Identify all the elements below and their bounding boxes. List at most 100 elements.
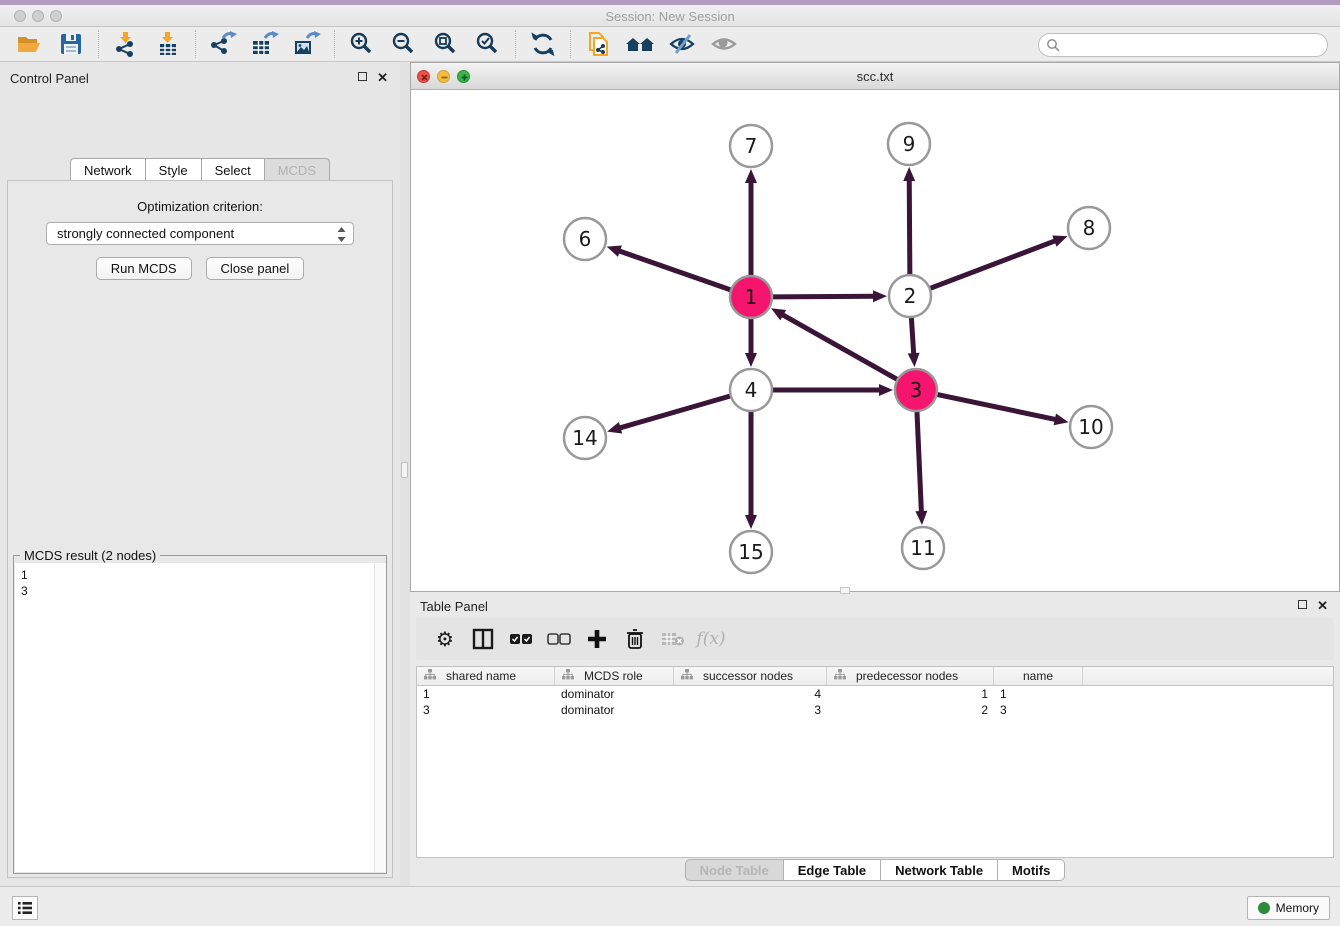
- column-header-shared-name[interactable]: shared name: [417, 667, 555, 685]
- table-cell[interactable]: 3: [417, 702, 555, 718]
- toolbar-separator: [570, 30, 571, 58]
- column-label: name: [1023, 669, 1053, 683]
- splitter-grip[interactable]: [401, 462, 408, 478]
- table-tab-motifs[interactable]: Motifs: [997, 859, 1065, 881]
- add-column-icon[interactable]: [582, 624, 612, 654]
- graph-edge-2-3[interactable]: [911, 318, 913, 356]
- table-tab-network-table[interactable]: Network Table: [880, 859, 997, 881]
- export-table-icon[interactable]: [250, 30, 280, 58]
- search-input[interactable]: [1038, 33, 1328, 57]
- table-panel-header: Table Panel ✕: [410, 592, 1340, 618]
- zoom-in-icon[interactable]: [347, 30, 377, 58]
- graph-node-label: 15: [738, 540, 763, 564]
- save-session-icon[interactable]: [56, 30, 86, 58]
- import-network-icon[interactable]: [111, 30, 141, 58]
- table-cell[interactable]: 3: [994, 702, 1083, 718]
- table-cell[interactable]: dominator: [555, 702, 674, 718]
- unselect-all-columns-icon[interactable]: [544, 624, 574, 654]
- table-tab-node-table[interactable]: Node Table: [685, 859, 783, 881]
- graph-edge-3-11[interactable]: [917, 412, 922, 514]
- table-row[interactable]: 1dominator411: [417, 686, 1333, 702]
- arrowhead-icon: [745, 353, 757, 367]
- network-window-titlebar[interactable]: scc.txt: [411, 63, 1339, 90]
- hide-selected-eye-icon[interactable]: [667, 30, 697, 58]
- mcds-result-list[interactable]: 1 3: [15, 563, 385, 872]
- table-row[interactable]: 3dominator323: [417, 702, 1333, 718]
- table-cell[interactable]: 2: [827, 702, 994, 718]
- arrowhead-icon: [903, 167, 915, 181]
- result-scrollbar[interactable]: [374, 563, 386, 872]
- graph-edge-3-10[interactable]: [938, 395, 1058, 420]
- table-cell[interactable]: 1: [417, 686, 555, 702]
- memory-label: Memory: [1276, 901, 1319, 915]
- export-image-icon[interactable]: [292, 30, 322, 58]
- graph-node-label: 4: [745, 378, 758, 402]
- graph-edge-2-9[interactable]: [909, 178, 910, 274]
- graph-edge-3-1[interactable]: [781, 314, 897, 380]
- column-label: MCDS role: [584, 669, 643, 683]
- graph-node-label: 8: [1083, 216, 1096, 240]
- graph-edge-2-8[interactable]: [931, 240, 1058, 288]
- vertical-splitter[interactable]: [400, 62, 410, 886]
- close-panel-icon[interactable]: ✕: [377, 70, 388, 86]
- table-cell[interactable]: dominator: [555, 686, 674, 702]
- show-columns-icon[interactable]: [468, 624, 498, 654]
- arrowhead-icon: [745, 169, 757, 183]
- table-tab-edge-table[interactable]: Edge Table: [783, 859, 880, 881]
- float-panel-icon[interactable]: [358, 72, 367, 81]
- graph-edge-1-2[interactable]: [773, 296, 876, 297]
- session-title: Session: New Session: [0, 9, 1340, 24]
- close-panel-button[interactable]: Close panel: [206, 257, 305, 280]
- home-icon[interactable]: [625, 30, 655, 58]
- show-all-eye-icon[interactable]: [709, 30, 739, 58]
- table-cell[interactable]: 4: [674, 686, 827, 702]
- graph-edge-1-6[interactable]: [617, 250, 730, 290]
- table-body: 1dominator4113dominator323: [417, 686, 1333, 718]
- memory-button[interactable]: Memory: [1247, 896, 1330, 920]
- table-cell[interactable]: 1: [827, 686, 994, 702]
- refresh-icon[interactable]: [528, 30, 558, 58]
- control-panel-header: Control Panel ✕: [0, 62, 400, 92]
- column-header-predecessor-nodes[interactable]: predecessor nodes: [827, 667, 994, 685]
- float-table-panel-icon[interactable]: [1298, 600, 1307, 609]
- column-header-successor-nodes[interactable]: successor nodes: [674, 667, 827, 685]
- delete-table-icon[interactable]: [658, 624, 688, 654]
- delete-column-trash-icon[interactable]: [620, 624, 650, 654]
- table-toolbar: ⚙ f(x): [416, 618, 1334, 660]
- arrowhead-icon: [873, 290, 887, 302]
- column-header-name[interactable]: name: [994, 667, 1083, 685]
- criterion-value: strongly connected component: [57, 226, 234, 241]
- toolbar-separator: [98, 30, 99, 58]
- run-mcds-button[interactable]: Run MCDS: [96, 257, 192, 280]
- select-all-columns-icon[interactable]: [506, 624, 536, 654]
- close-table-panel-icon[interactable]: ✕: [1317, 598, 1328, 614]
- graph-node-label: 14: [572, 426, 597, 450]
- table-settings-gear-icon[interactable]: ⚙: [430, 624, 460, 654]
- zoom-selected-icon[interactable]: [473, 30, 503, 58]
- search-field-wrap: [1038, 33, 1328, 57]
- horizontal-splitter-grip[interactable]: [840, 587, 850, 594]
- search-icon: [1046, 38, 1060, 57]
- graph-node-label: 3: [910, 378, 923, 402]
- graph-edge-4-14[interactable]: [618, 396, 730, 428]
- optimization-criterion-label: Optimization criterion:: [8, 199, 392, 214]
- graph-node-label: 6: [579, 227, 592, 251]
- open-session-icon[interactable]: [14, 30, 44, 58]
- network-window-title: scc.txt: [411, 69, 1339, 84]
- task-history-button[interactable]: [12, 896, 38, 920]
- network-canvas[interactable]: 7968124314101511: [411, 90, 1339, 591]
- zoom-out-icon[interactable]: [389, 30, 419, 58]
- application-window: Session: New Session Control Panel: [0, 0, 1340, 926]
- zoom-fit-icon[interactable]: [431, 30, 461, 58]
- criterion-dropdown[interactable]: strongly connected component: [46, 222, 354, 245]
- column-header-MCDS-role[interactable]: MCDS role: [555, 667, 674, 685]
- duplicate-network-icon[interactable]: [583, 30, 613, 58]
- export-network-icon[interactable]: [208, 30, 238, 58]
- import-table-icon[interactable]: [153, 30, 183, 58]
- table-cell[interactable]: 3: [674, 702, 827, 718]
- table-cell[interactable]: 1: [994, 686, 1083, 702]
- arrowhead-icon: [607, 422, 622, 434]
- table-panel-title: Table Panel: [420, 599, 488, 614]
- function-builder-icon[interactable]: f(x): [696, 624, 726, 654]
- control-panel-title: Control Panel: [10, 71, 89, 86]
